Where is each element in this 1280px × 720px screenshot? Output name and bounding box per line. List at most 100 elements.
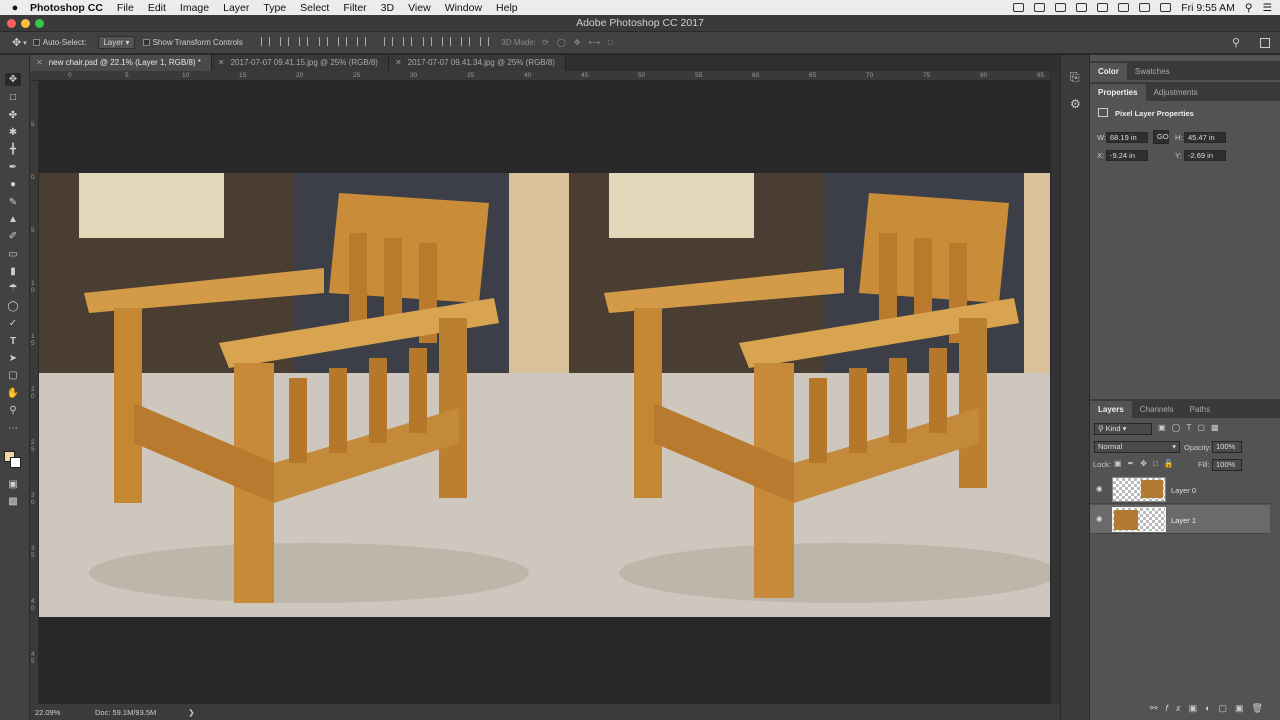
distribute-right-icon[interactable] <box>480 37 490 46</box>
lasso-tool-icon[interactable]: ✤ <box>5 109 21 122</box>
tab-layers[interactable]: Layers <box>1090 401 1132 418</box>
close-window-button[interactable] <box>7 19 16 28</box>
app-menu[interactable]: Photoshop CC <box>30 2 103 14</box>
y-input[interactable]: -2.69 in <box>1184 150 1226 161</box>
brush-tool-icon[interactable]: ✎ <box>5 196 21 209</box>
time-machine-icon[interactable] <box>1076 3 1088 12</box>
quick-mask-icon[interactable]: ▣ <box>5 478 21 491</box>
dodge-tool-icon[interactable]: ◯ <box>5 300 21 313</box>
transform-controls-checkbox[interactable] <box>142 39 150 46</box>
layer-row-0[interactable]: ◉ Layer 0 <box>1090 475 1270 504</box>
canvas-area[interactable] <box>39 81 1050 704</box>
crop-tool-icon[interactable]: ╋ <box>5 143 21 156</box>
zoom-level[interactable]: 22.09% <box>35 708 87 717</box>
tab-swatches[interactable]: Swatches <box>1127 63 1178 80</box>
distribute-bottom-icon[interactable] <box>422 37 432 46</box>
eraser-tool-icon[interactable]: ▭ <box>5 248 21 261</box>
history-panel-icon[interactable]: ⎘ <box>1070 70 1080 85</box>
tab-channels[interactable]: Channels <box>1132 401 1182 418</box>
auto-select-checkbox[interactable] <box>32 39 40 46</box>
visibility-eye-icon[interactable]: ◉ <box>1096 484 1103 493</box>
pen-tool-icon[interactable]: ✓ <box>5 317 21 330</box>
distribute-vcenter-icon[interactable] <box>403 37 413 46</box>
3d-mode-icons[interactable]: ⟳◯✥⟷□ <box>542 38 621 47</box>
edit-toolbar-icon[interactable]: ⋯ <box>5 422 21 435</box>
tool-preset-chevron-icon[interactable]: ▾ <box>23 39 27 47</box>
record-icon[interactable] <box>1055 3 1067 12</box>
blur-tool-icon[interactable]: ☂ <box>5 282 21 295</box>
tab-photo-1[interactable]: ✕ 2017-07-07 09.41.15.jpg @ 25% (RGB/8) <box>211 55 389 71</box>
zoom-window-button[interactable] <box>35 19 44 28</box>
properties-panel-icon[interactable]: ⚙ <box>1070 97 1081 111</box>
menu-layer[interactable]: Layer <box>223 2 249 14</box>
menu-edit[interactable]: Edit <box>148 2 166 14</box>
menu-file[interactable]: File <box>117 2 134 14</box>
tab-adjustments[interactable]: Adjustments <box>1146 84 1206 101</box>
distribute-top-icon[interactable] <box>384 37 394 46</box>
opacity-input[interactable]: 100% <box>1212 441 1242 453</box>
layer-name[interactable]: Layer 0 <box>1171 486 1196 495</box>
align-bottom-icon[interactable] <box>299 37 309 46</box>
marquee-tool-icon[interactable]: □ <box>5 91 21 104</box>
window-icon[interactable] <box>1013 3 1025 12</box>
align-hcenter-icon[interactable] <box>337 37 347 46</box>
close-tab-icon[interactable]: ✕ <box>395 55 402 71</box>
minimize-window-button[interactable] <box>21 19 30 28</box>
menu-window[interactable]: Window <box>445 2 482 14</box>
height-input[interactable]: 45.47 in <box>1184 132 1226 143</box>
dropbox-icon[interactable] <box>1034 3 1046 12</box>
tab-properties[interactable]: Properties <box>1090 84 1146 101</box>
layer-row-1[interactable]: ◉ Layer 1 <box>1090 505 1270 534</box>
document-image[interactable] <box>39 173 1050 617</box>
tab-paths[interactable]: Paths <box>1182 401 1218 418</box>
path-selection-tool-icon[interactable]: ➤ <box>5 352 21 365</box>
menu-3d[interactable]: 3D <box>381 2 394 14</box>
background-color-swatch[interactable] <box>10 457 21 468</box>
apple-icon[interactable]: ● <box>0 2 30 14</box>
tab-color[interactable]: Color <box>1090 63 1127 80</box>
auto-select-dropdown[interactable]: Layer ▾ <box>98 36 135 49</box>
visibility-eye-icon[interactable]: ◉ <box>1096 514 1103 523</box>
align-left-icon[interactable] <box>318 37 328 46</box>
blend-mode-dropdown[interactable]: Normal ▾ <box>1094 441 1180 453</box>
bluetooth-icon[interactable] <box>1097 3 1109 12</box>
vertical-scrollbar[interactable] <box>1050 71 1060 704</box>
horizontal-ruler[interactable]: 0 5 10 15 20 25 30 35 40 45 50 55 60 65 70 75 80 85 <box>30 71 1060 81</box>
clock[interactable]: Fri 9:55 AM <box>1181 2 1235 14</box>
align-right-icon[interactable] <box>357 37 367 46</box>
wifi-icon[interactable] <box>1118 3 1130 12</box>
spotlight-icon[interactable]: ⚲ <box>1245 2 1253 14</box>
fill-input[interactable]: 100% <box>1212 459 1242 471</box>
x-input[interactable]: -9.24 in <box>1106 150 1148 161</box>
zoom-tool-icon[interactable]: ⚲ <box>5 404 21 417</box>
distribute-left-icon[interactable] <box>441 37 451 46</box>
gradient-tool-icon[interactable]: ▮ <box>5 265 21 278</box>
type-tool-icon[interactable]: T <box>5 335 21 348</box>
eyedropper-tool-icon[interactable]: ✒ <box>5 161 21 174</box>
quick-select-tool-icon[interactable]: ✱ <box>5 126 21 139</box>
tab-photo-2[interactable]: ✕ 2017-07-07 09.41.34.jpg @ 25% (RGB/8) <box>388 55 566 71</box>
width-input[interactable]: 68.19 in <box>1106 132 1148 143</box>
hand-tool-icon[interactable]: ✋ <box>5 387 21 400</box>
notification-icon[interactable]: ☰ <box>1263 2 1272 14</box>
status-menu-chevron-icon[interactable]: ❯ <box>188 708 194 717</box>
doc-size[interactable]: Doc: 59.1M/93.5M <box>95 708 156 717</box>
layer-filter-icons[interactable]: ▣◯T▢▩ <box>1158 423 1225 432</box>
menu-image[interactable]: Image <box>180 2 209 14</box>
distribute-hcenter-icon[interactable] <box>461 37 471 46</box>
workspace-icon[interactable] <box>1260 37 1270 48</box>
align-top-icon[interactable] <box>260 37 270 46</box>
link-dimensions-icon[interactable]: GO <box>1153 130 1169 144</box>
rectangle-tool-icon[interactable]: ▢ <box>5 369 21 382</box>
menu-select[interactable]: Select <box>300 2 329 14</box>
menu-type[interactable]: Type <box>263 2 286 14</box>
menu-help[interactable]: Help <box>496 2 518 14</box>
vertical-ruler[interactable]: 5051 01 52 02 53 03 54 04 55 0 <box>30 81 39 718</box>
volume-icon[interactable] <box>1160 3 1172 12</box>
lock-icons[interactable]: ▣✒✥□🔒 <box>1114 459 1180 468</box>
close-tab-icon[interactable]: ✕ <box>36 55 43 71</box>
tab-new-chair[interactable]: ✕ new chair.psd @ 22.1% (Layer 1, RGB/8) … <box>30 55 212 71</box>
layer-name[interactable]: Layer 1 <box>1171 516 1196 525</box>
layer-filter-kind[interactable]: ⚲ Kind ▾ <box>1094 423 1152 435</box>
airplay-icon[interactable] <box>1139 3 1151 12</box>
